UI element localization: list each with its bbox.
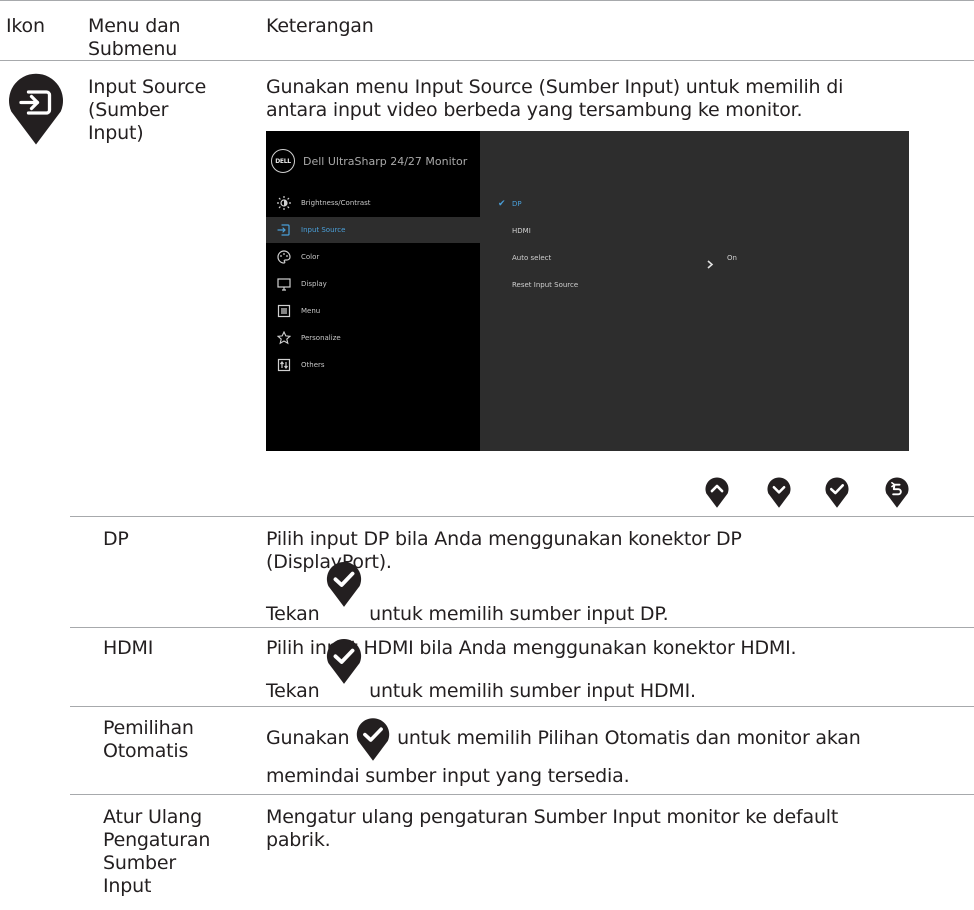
- osd-menu-brightness[interactable]: Brightness/Contrast: [266, 190, 480, 216]
- osd-menu-display[interactable]: Display: [266, 271, 480, 297]
- osd-screenshot: DELL Dell UltraSharp 24/27 Monitor Brigh…: [266, 131, 909, 451]
- osd-menu-personalize[interactable]: Personalize: [266, 325, 480, 351]
- header-rule: [0, 60, 974, 61]
- press-text: Tekan: [266, 603, 320, 625]
- check-button-icon: [824, 477, 850, 509]
- row-name-reset: Atur Ulang Pengaturan Sumber Input: [103, 806, 211, 897]
- row-name-dp: DP: [103, 528, 129, 550]
- osd-header: DELL Dell UltraSharp 24/27 Monitor: [271, 149, 467, 173]
- press-text-rest: untuk memilih sumber input HDMI.: [369, 680, 696, 702]
- menu-name-input-source: Input Source (Sumber Input): [88, 76, 207, 144]
- up-button-icon: [704, 477, 730, 509]
- row-desc-auto-line2: memindai sumber input yang tersedia.: [266, 765, 630, 787]
- row-name-hdmi: HDMI: [103, 637, 154, 659]
- osd-menu-others[interactable]: Others: [266, 352, 480, 378]
- osd-menu-label: Menu: [301, 307, 321, 315]
- press-text: Tekan: [266, 680, 320, 702]
- osd-menu-label: Input Source: [301, 226, 346, 234]
- osd-menu-label: Brightness/Contrast: [301, 199, 371, 207]
- row-desc-auto: Gunakan untuk memilih Pilihan Otomatis d…: [266, 727, 861, 750]
- osd-option-auto-select[interactable]: Auto select: [512, 254, 551, 262]
- check-button-icon: [325, 575, 363, 599]
- input-source-description: Gunakan menu Input Source (Sumber Input)…: [266, 76, 844, 121]
- check-mark-icon: ✔: [498, 199, 506, 209]
- row-rule: [70, 706, 974, 707]
- osd-option-dp[interactable]: DP: [512, 200, 522, 208]
- check-button-icon: [325, 652, 363, 676]
- osd-option-hdmi[interactable]: HDMI: [512, 227, 531, 235]
- header-col-desc: Keterangan: [266, 15, 374, 37]
- osd-menu-label: Display: [301, 280, 327, 288]
- back-button-icon: [884, 477, 910, 509]
- display-icon: [276, 276, 292, 292]
- down-button-icon: [766, 477, 792, 509]
- osd-title: Dell UltraSharp 24/27 Monitor: [303, 154, 468, 168]
- input-source-icon: [276, 222, 292, 238]
- osd-menu-label: Personalize: [301, 334, 341, 342]
- chevron-right-icon: [706, 254, 714, 273]
- row-desc-reset: Mengatur ulang pengaturan Sumber Input m…: [266, 806, 839, 851]
- osd-menu-menu[interactable]: Menu: [266, 298, 480, 324]
- row-desc-dp-press: Tekan untuk memilih sumber input DP.: [266, 603, 669, 627]
- row-desc-hdmi-press: Tekan untuk memilih sumber input HDMI.: [266, 680, 696, 704]
- header-col-icon: Ikon: [6, 15, 45, 37]
- osd-menu-label: Others: [301, 361, 325, 369]
- brightness-icon: [276, 195, 292, 211]
- check-button-icon: [355, 727, 391, 750]
- use-text: Gunakan: [266, 727, 350, 749]
- osd-menu-label: Color: [301, 253, 320, 261]
- input-source-pin-icon: [6, 69, 66, 151]
- header-col-menu: Menu dan Submenu: [88, 15, 181, 60]
- row-name-auto: Pemilihan Otomatis: [103, 717, 194, 762]
- menu-icon: [276, 303, 292, 319]
- press-text-rest: untuk memilih sumber input DP.: [369, 603, 669, 625]
- row-desc-hdmi: Pilih input HDMI bila Anda menggunakan k…: [266, 637, 797, 659]
- row-rule: [70, 516, 974, 517]
- row-rule: [70, 794, 974, 795]
- top-rule: [0, 0, 974, 1]
- row-rule: [70, 627, 974, 628]
- osd-menu-input-source[interactable]: Input Source: [266, 217, 480, 243]
- osd-auto-select-value: On: [727, 254, 737, 262]
- others-icon: [276, 357, 292, 373]
- osd-option-reset[interactable]: Reset Input Source: [512, 281, 578, 289]
- dell-logo: DELL: [271, 149, 295, 173]
- use-text-rest: untuk memilih Pilihan Otomatis dan monit…: [397, 727, 861, 749]
- osd-sidebar: DELL Dell UltraSharp 24/27 Monitor Brigh…: [266, 131, 480, 451]
- osd-menu-color[interactable]: Color: [266, 244, 480, 270]
- palette-icon: [276, 249, 292, 265]
- star-icon: [276, 330, 292, 346]
